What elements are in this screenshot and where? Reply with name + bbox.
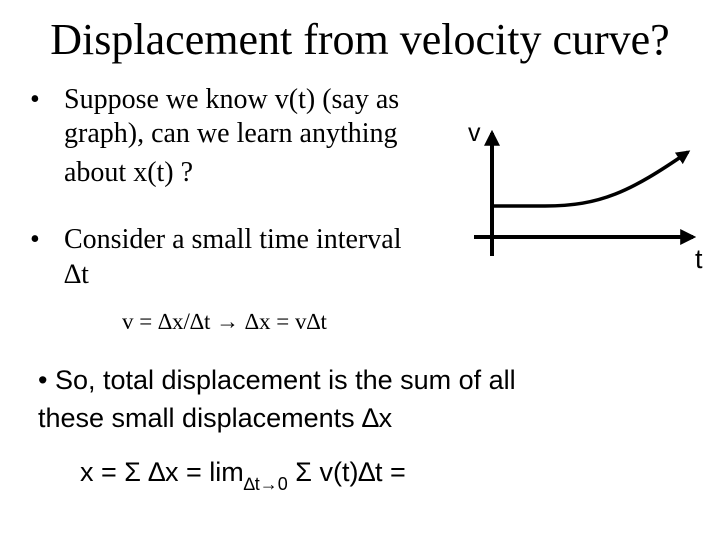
velocity-curve <box>494 150 691 208</box>
velocity-time-graph <box>474 129 697 256</box>
t-axis-label: t <box>695 244 703 274</box>
v-axis-label: v <box>468 119 481 147</box>
